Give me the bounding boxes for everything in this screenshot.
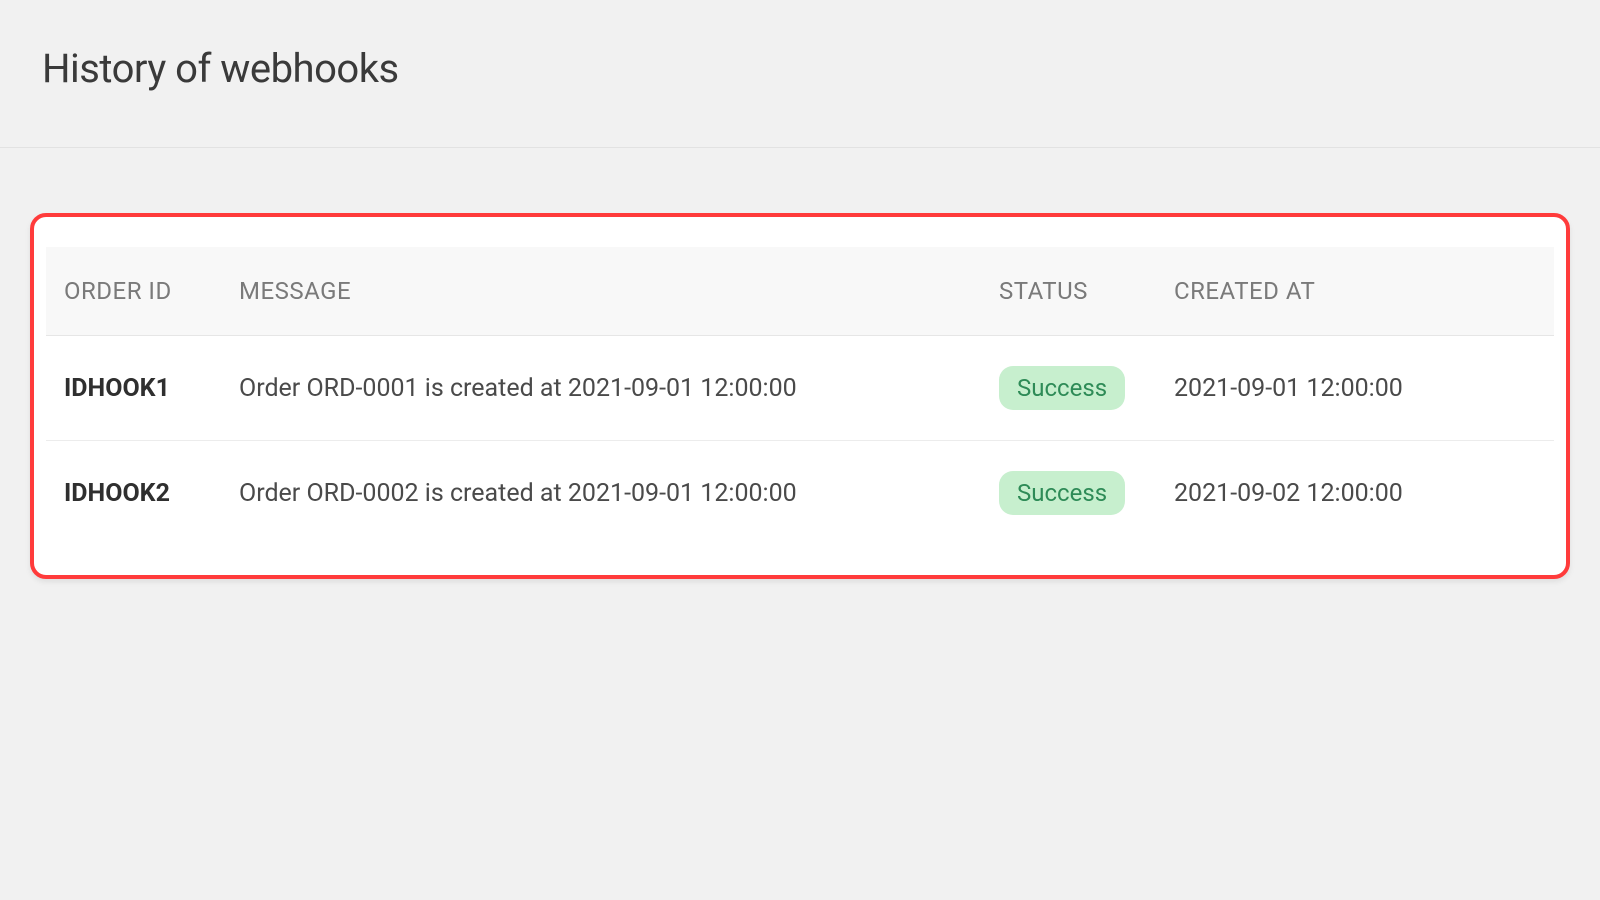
- cell-status: Success: [981, 336, 1156, 441]
- status-badge: Success: [999, 366, 1125, 410]
- col-header-message: MESSAGE: [221, 247, 981, 336]
- cell-created-at: 2021-09-01 12:00:00: [1156, 336, 1554, 441]
- cell-created-at: 2021-09-02 12:00:00: [1156, 441, 1554, 546]
- cell-message: Order ORD-0002 is created at 2021-09-01 …: [221, 441, 981, 546]
- page-title: History of webhooks: [42, 45, 1600, 92]
- cell-order-id: IDHOOK1: [46, 336, 221, 441]
- table-row: IDHOOK2 Order ORD-0002 is created at 202…: [46, 441, 1554, 546]
- cell-status: Success: [981, 441, 1156, 546]
- webhook-history-panel: ORDER ID MESSAGE STATUS CREATED AT IDHOO…: [30, 213, 1570, 579]
- col-header-created-at: CREATED AT: [1156, 247, 1554, 336]
- cell-message: Order ORD-0001 is created at 2021-09-01 …: [221, 336, 981, 441]
- table-header-row: ORDER ID MESSAGE STATUS CREATED AT: [46, 247, 1554, 336]
- cell-order-id: IDHOOK2: [46, 441, 221, 546]
- table-row: IDHOOK1 Order ORD-0001 is created at 202…: [46, 336, 1554, 441]
- page-header: History of webhooks: [0, 0, 1600, 148]
- col-header-order-id: ORDER ID: [46, 247, 221, 336]
- status-badge: Success: [999, 471, 1125, 515]
- col-header-status: STATUS: [981, 247, 1156, 336]
- webhook-history-table: ORDER ID MESSAGE STATUS CREATED AT IDHOO…: [46, 247, 1554, 545]
- content-area: ORDER ID MESSAGE STATUS CREATED AT IDHOO…: [0, 148, 1600, 579]
